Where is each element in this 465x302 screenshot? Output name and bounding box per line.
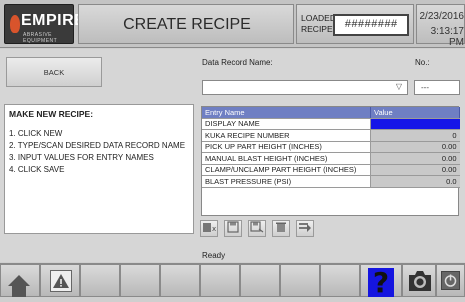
table-row[interactable]: MANUAL BLAST HEIGHT (INCHES) 0.00 [202, 152, 460, 165]
save-icon[interactable] [224, 220, 242, 237]
table-row[interactable]: PICK UP PART HEIGHT (INCHES) 0.00 [202, 141, 460, 153]
entry-name-cell: DISPLAY NAME [202, 118, 371, 130]
date-display: 2/23/2016 [419, 11, 465, 22]
column-header-entry-name: Entry Name [202, 107, 371, 119]
empire-logo: EMPIRE ABRASIVE EQUIPMENT [4, 4, 85, 44]
data-record-name-label: Data Record Name: [202, 58, 273, 67]
column-header-value: Value [370, 107, 460, 119]
logo-subtext: ABRASIVE EQUIPMENT [23, 32, 58, 44]
recipe-toolbar: x [200, 220, 320, 238]
power-icon [441, 271, 460, 290]
value-cell[interactable]: 0.00 [370, 152, 460, 165]
loaded-recipe-panel: LOADED RECIPE ######## [296, 4, 414, 44]
back-button[interactable]: BACK [6, 57, 102, 87]
new-record-icon[interactable]: x [200, 220, 218, 237]
instruction-step: 3. INPUT VALUES FOR ENTRY NAMES [9, 153, 154, 162]
export-icon[interactable] [296, 220, 314, 237]
datetime-panel: 2/23/2016 3:13:17 PM [416, 4, 465, 48]
camera-icon [409, 271, 431, 291]
entry-name-cell: MANUAL BLAST HEIGHT (INCHES) [202, 152, 371, 165]
table-row[interactable]: CLAMP/UNCLAMP PART HEIGHT (INCHES) 0.00 [202, 164, 460, 176]
value-cell[interactable]: 0.00 [370, 164, 460, 176]
help-icon: ? [368, 268, 394, 298]
table-row[interactable]: KUKA RECIPE NUMBER 0 [202, 129, 460, 142]
value-cell[interactable] [370, 118, 460, 130]
instruction-step: 1. CLICK NEW [9, 129, 63, 138]
logo-text: EMPIRE [21, 12, 86, 29]
recipe-grid: Entry Name Value DISPLAY NAME KUKA RECIP… [201, 106, 460, 216]
time-display: 3:13:17 PM [430, 26, 464, 48]
title-panel: CREATE RECIPE [78, 4, 294, 44]
number-label: No.: [415, 58, 430, 67]
delete-icon[interactable] [272, 220, 290, 237]
warning-button[interactable] [40, 264, 80, 297]
footer-blank-button[interactable] [280, 264, 320, 297]
table-row[interactable]: DISPLAY NAME [202, 118, 460, 130]
entry-name-cell: BLAST PRESSURE (PSI) [202, 175, 371, 188]
power-button[interactable] [436, 264, 465, 297]
home-icon [7, 273, 31, 297]
instruction-step: 4. CLICK SAVE [9, 165, 65, 174]
value-cell[interactable]: 0.0 [370, 175, 460, 188]
instructions-panel: MAKE NEW RECIPE: 1. CLICK NEW 2. TYPE/SC… [4, 104, 194, 234]
chevron-down-icon[interactable]: ▽ [392, 81, 406, 93]
data-record-name-dropdown[interactable] [202, 80, 408, 95]
entry-name-cell: CLAMP/UNCLAMP PART HEIGHT (INCHES) [202, 164, 371, 176]
page-title: CREATE RECIPE [123, 16, 251, 33]
footer-blank-button[interactable] [120, 264, 160, 297]
status-text: Ready [202, 251, 226, 260]
grid-header-row: Entry Name Value [202, 107, 460, 119]
footer-blank-button[interactable] [80, 264, 120, 297]
entry-name-cell: PICK UP PART HEIGHT (INCHES) [202, 141, 371, 153]
value-cell[interactable]: 0 [370, 129, 460, 142]
footer-blank-button[interactable] [320, 264, 360, 297]
footer-blank-button[interactable] [200, 264, 240, 297]
svg-text:x: x [212, 225, 216, 233]
entry-name-cell: KUKA RECIPE NUMBER [202, 129, 371, 142]
camera-button[interactable] [402, 264, 436, 297]
instruction-step: 2. TYPE/SCAN DESIRED DATA RECORD NAME [9, 141, 186, 150]
instructions-heading: MAKE NEW RECIPE: [9, 109, 94, 119]
loaded-recipe-label: LOADED RECIPE [301, 13, 336, 34]
flame-icon [10, 15, 20, 33]
table-row[interactable]: BLAST PRESSURE (PSI) 0.0 [202, 175, 460, 188]
loaded-recipe-value: ######## [333, 14, 409, 36]
footer-blank-button[interactable] [240, 264, 280, 297]
footer-blank-button[interactable] [160, 264, 200, 297]
number-field[interactable]: --- [414, 80, 460, 95]
value-cell[interactable]: 0.00 [370, 141, 460, 153]
save-as-icon[interactable] [248, 220, 266, 237]
warning-icon [50, 270, 72, 292]
